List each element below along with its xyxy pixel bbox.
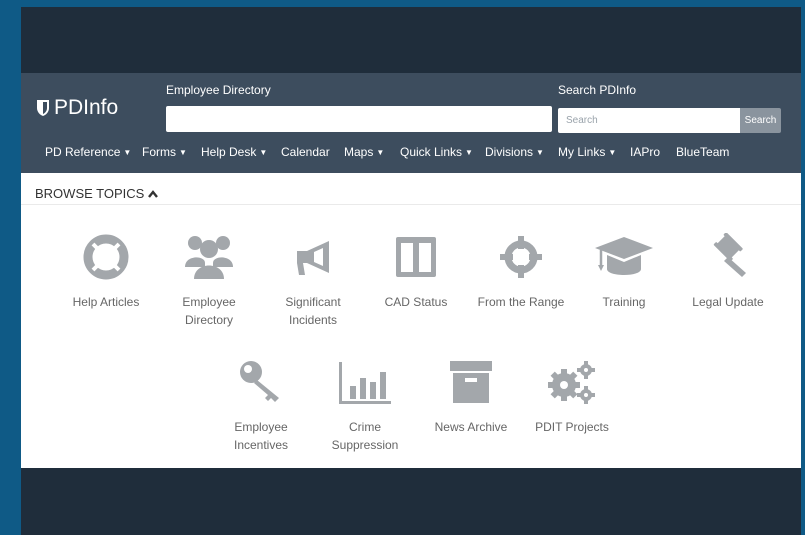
caret-down-icon: ▼ [259, 148, 268, 157]
employee-directory-label: Employee Directory [166, 83, 271, 97]
employee-directory-input[interactable] [166, 106, 552, 132]
site-header: PDInfo Employee Directory Search PDInfo … [21, 73, 801, 173]
topic-label: News Archive [434, 420, 508, 434]
caret-down-icon: ▼ [179, 148, 187, 157]
gavel-icon [713, 233, 746, 277]
browse-topics-heading: BROWSE TOPICS [35, 186, 145, 201]
logo-text: PDInfo [54, 96, 119, 119]
divider [21, 204, 801, 205]
nav-item-divisions[interactable]: Divisions ▼ [485, 145, 544, 159]
key-icon [240, 361, 279, 402]
topic-label: PDIT Projects [535, 420, 609, 434]
topic-label: Training [602, 295, 646, 309]
topic-label: Significant Incidents [285, 295, 341, 327]
bar-chart-icon [339, 362, 391, 404]
search-button[interactable]: Search [740, 108, 781, 133]
caret-down-icon: ▼ [608, 148, 617, 157]
topic-crime-suppression[interactable]: Crime Suppression [325, 358, 405, 454]
main-nav: PD Reference ▼ Forms ▼ Help Desk ▼ Calendar… [21, 145, 801, 165]
caret-down-icon: ▼ [465, 148, 473, 157]
topic-label: Employee Incentives [233, 420, 289, 452]
crosshairs-icon [500, 236, 542, 278]
nav-item-help-desk[interactable]: Help Desk ▼ [201, 145, 267, 159]
topic-label: From the Range [477, 295, 565, 309]
topic-label: Help Articles [72, 295, 140, 309]
topic-label: Crime Suppression [331, 420, 399, 452]
topic-from-the-range[interactable]: From the Range [476, 233, 566, 311]
topic-label: Legal Update [692, 295, 764, 309]
nav-item-pd-reference[interactable]: PD Reference ▼ [45, 145, 131, 159]
topic-training[interactable]: Training [584, 233, 664, 311]
columns-icon [396, 237, 436, 277]
nav-item-calendar[interactable]: Calendar [281, 145, 330, 159]
shield-icon [37, 100, 49, 116]
topic-employee-incentives[interactable]: Employee Incentives [221, 358, 301, 454]
nav-item-quick-links[interactable]: Quick Links ▼ [400, 145, 473, 159]
users-icon [185, 236, 233, 279]
browse-topics-toggle[interactable]: BROWSE TOPICS [35, 186, 159, 201]
topic-pdit-projects[interactable]: PDIT Projects [534, 358, 610, 436]
nav-item-maps[interactable]: Maps ▼ [344, 145, 384, 159]
nav-item-blueteam[interactable]: BlueTeam [676, 145, 729, 159]
site-logo[interactable]: PDInfo [36, 96, 118, 120]
topic-legal-update[interactable]: Legal Update [687, 233, 769, 311]
topic-news-archive[interactable]: News Archive [429, 358, 513, 436]
nav-item-forms[interactable]: Forms ▼ [142, 145, 187, 159]
topic-help-articles[interactable]: Help Articles [66, 233, 146, 311]
search-label: Search PDInfo [558, 83, 637, 97]
life-ring-icon [83, 234, 129, 280]
search-input[interactable] [558, 108, 740, 133]
topic-cad-status[interactable]: CAD Status [376, 233, 456, 311]
nav-item-my-links[interactable]: My Links ▼ [558, 145, 616, 159]
graduation-cap-icon [595, 237, 653, 275]
chevron-up-icon [148, 189, 159, 198]
caret-down-icon: ▼ [123, 148, 132, 157]
topic-label: CAD Status [384, 295, 448, 309]
topic-significant-incidents[interactable]: Significant Incidents [273, 233, 353, 329]
gears-icon [548, 361, 595, 404]
archive-icon [450, 361, 492, 403]
caret-down-icon: ▼ [536, 148, 544, 157]
browse-topics-panel: BROWSE TOPICS Help Articles Employee Dir… [21, 173, 801, 468]
nav-item-iapro[interactable]: IAPro [630, 145, 660, 159]
megaphone-icon [297, 241, 329, 275]
topic-employee-directory[interactable]: Employee Directory [169, 233, 249, 329]
topic-label: Employee Directory [182, 295, 236, 327]
caret-down-icon: ▼ [376, 148, 385, 157]
